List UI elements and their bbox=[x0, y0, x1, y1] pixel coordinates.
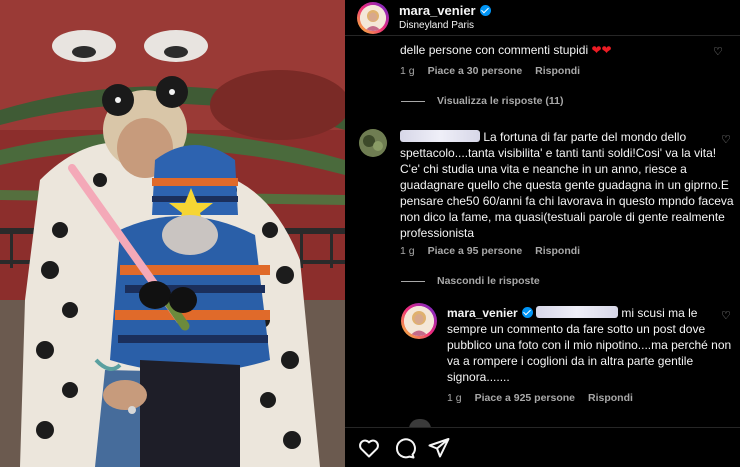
comment-meta: 1 g Piace a 95 persone Rispondi bbox=[400, 245, 593, 257]
comment-text: delle persone con commenti stupidi ❤❤ bbox=[400, 43, 612, 57]
reply-likes[interactable]: Piace a 925 persone bbox=[475, 392, 575, 404]
reply-text: mara_venier mi scusi ma le sempre un com… bbox=[447, 306, 732, 384]
verified-badge-icon bbox=[521, 307, 533, 318]
author-username[interactable]: mara_venier bbox=[399, 3, 491, 18]
next-avatar-peek bbox=[409, 419, 431, 427]
reply-button[interactable]: Rispondi bbox=[588, 392, 633, 404]
reply-button[interactable]: Rispondi bbox=[535, 65, 580, 77]
reply-avatar[interactable] bbox=[404, 306, 434, 336]
comment-like-icon[interactable]: ♡ bbox=[713, 45, 723, 58]
comment-likes[interactable]: Piace a 95 persone bbox=[428, 245, 523, 257]
comment-meta: 1 g Piace a 30 persone Rispondi bbox=[400, 65, 593, 77]
reply-like-icon[interactable]: ♡ bbox=[721, 309, 731, 322]
commenter-avatar[interactable] bbox=[359, 129, 387, 157]
redacted-username[interactable] bbox=[400, 130, 480, 142]
view-replies-toggle[interactable]: Visualizza le risposte (11) bbox=[401, 95, 563, 107]
redacted-mention[interactable] bbox=[536, 306, 619, 318]
reply-button[interactable]: Rispondi bbox=[535, 245, 580, 257]
author-avatar[interactable] bbox=[360, 5, 386, 31]
heart-outline-icon[interactable] bbox=[357, 436, 381, 460]
comments-list[interactable]: delle persone con commenti stupidi ❤❤ 1 … bbox=[345, 37, 740, 427]
comment-text: La fortuna di far parte del mondo dello … bbox=[400, 130, 734, 240]
action-bar bbox=[345, 427, 740, 467]
speech-bubble-icon[interactable] bbox=[392, 436, 416, 460]
comments-panel: mara_venier Disneyland Paris delle perso… bbox=[345, 0, 740, 467]
post-location[interactable]: Disneyland Paris bbox=[399, 20, 474, 31]
reply-meta: 1 g Piace a 925 persone Rispondi bbox=[447, 392, 646, 404]
comment-likes[interactable]: Piace a 30 persone bbox=[428, 65, 523, 77]
reply-age[interactable]: 1 g bbox=[447, 392, 462, 404]
comment-age[interactable]: 1 g bbox=[400, 245, 415, 257]
post-photo bbox=[0, 0, 345, 467]
comment-age[interactable]: 1 g bbox=[400, 65, 415, 77]
hide-replies-toggle[interactable]: Nascondi le risposte bbox=[401, 275, 540, 287]
paper-plane-icon[interactable] bbox=[427, 436, 451, 460]
comment-like-icon[interactable]: ♡ bbox=[721, 133, 731, 146]
post-header: mara_venier Disneyland Paris bbox=[345, 0, 740, 36]
reply-username[interactable]: mara_venier bbox=[447, 306, 518, 320]
verified-badge-icon bbox=[479, 5, 491, 16]
